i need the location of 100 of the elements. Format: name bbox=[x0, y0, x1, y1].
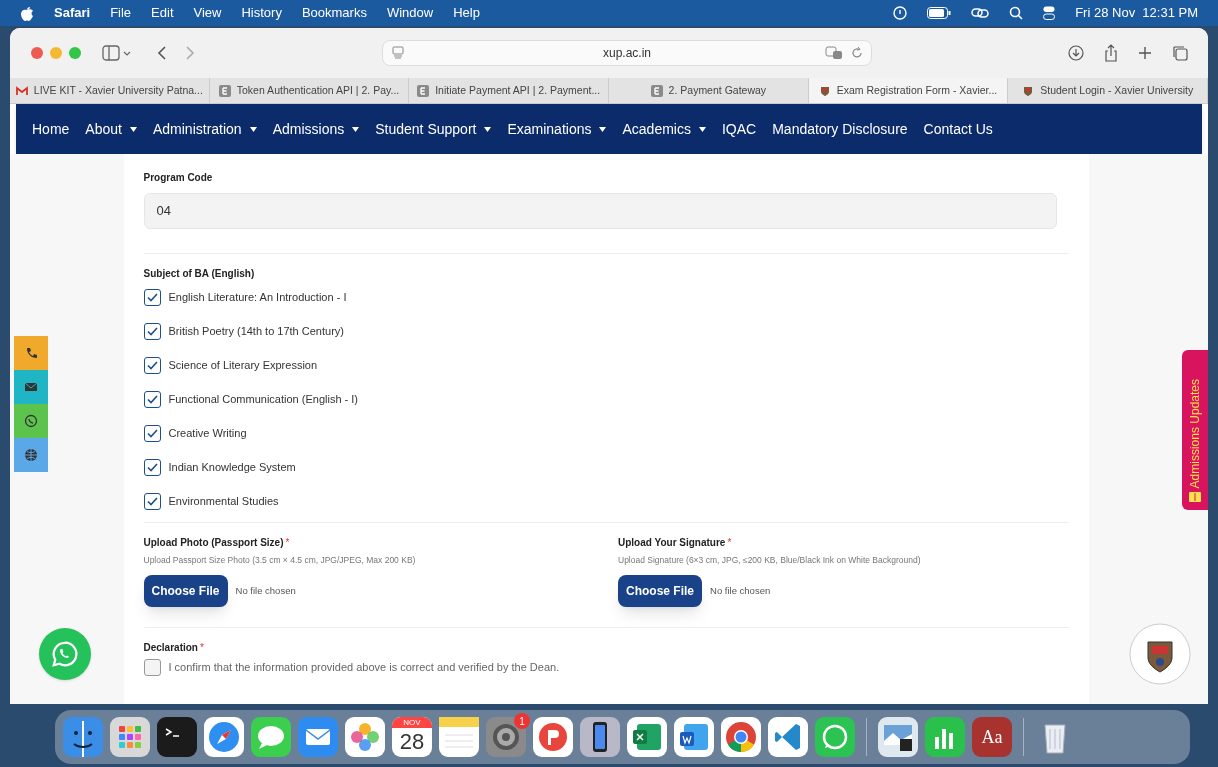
checkbox[interactable] bbox=[143, 391, 161, 408]
globe-icon bbox=[24, 448, 38, 462]
file-status: No file chosen bbox=[710, 583, 771, 598]
nav-link[interactable]: Mandatory Disclosure bbox=[772, 118, 908, 140]
photo-viewer-icon[interactable] bbox=[878, 717, 918, 757]
field-label: Subject of BA (English) bbox=[143, 267, 255, 281]
flower-icon[interactable] bbox=[345, 717, 385, 757]
checkbox[interactable] bbox=[143, 425, 161, 442]
address-bar[interactable]: xup.ac.in bbox=[382, 40, 872, 66]
letter-e-icon bbox=[417, 84, 430, 97]
declaration-text: I confirm that the information provided above is correct and verified by the Dean. bbox=[168, 660, 560, 675]
letter-p-app-icon[interactable] bbox=[533, 717, 573, 757]
terminal-icon[interactable] bbox=[157, 717, 197, 757]
required-asterisk: * bbox=[199, 640, 204, 655]
nav-link[interactable]: Academics bbox=[622, 118, 706, 140]
menu-item[interactable]: Bookmarks bbox=[301, 3, 367, 23]
chat-phone-icon[interactable] bbox=[815, 717, 855, 757]
back-icon[interactable] bbox=[156, 45, 168, 61]
envelope-icon[interactable] bbox=[298, 717, 338, 757]
reload-icon[interactable] bbox=[851, 46, 863, 60]
nav-link[interactable]: Student Support bbox=[375, 118, 492, 140]
nav-link[interactable]: Contact Us bbox=[923, 118, 993, 140]
checkbox[interactable] bbox=[143, 459, 161, 476]
bar-chart-icon[interactable] bbox=[925, 717, 965, 757]
book-icon bbox=[1189, 492, 1201, 502]
contact-button[interactable] bbox=[14, 370, 48, 404]
clock-icon[interactable] bbox=[893, 6, 908, 20]
code-editor-icon[interactable] bbox=[768, 717, 808, 757]
speech-bubble-icon[interactable] bbox=[251, 717, 291, 757]
browser-wheel-icon[interactable] bbox=[721, 717, 761, 757]
choose-file-button[interactable]: Choose File bbox=[143, 574, 228, 607]
crest-icon bbox=[1022, 84, 1035, 97]
checkmark-icon bbox=[146, 293, 158, 302]
plus-icon[interactable] bbox=[1138, 46, 1152, 60]
menu-bar-clock: Fri 28 Nov 12:31 PM bbox=[1075, 4, 1198, 23]
notification-count: 1 bbox=[514, 713, 530, 729]
document-icon[interactable] bbox=[674, 717, 714, 757]
menu-item[interactable]: Safari bbox=[54, 3, 91, 23]
gear-icon[interactable] bbox=[486, 717, 526, 757]
checkbox[interactable] bbox=[143, 289, 161, 306]
nav-link[interactable]: Home bbox=[32, 118, 70, 140]
link-icon[interactable] bbox=[971, 6, 990, 20]
choose-file-button[interactable]: Choose File bbox=[618, 574, 702, 607]
tab-overview-icon[interactable] bbox=[1172, 45, 1188, 61]
app-grid-icon[interactable] bbox=[110, 717, 150, 757]
chat-phone-icon bbox=[50, 639, 80, 669]
contact-button[interactable] bbox=[14, 404, 48, 438]
compass-icon[interactable] bbox=[204, 717, 244, 757]
field-hint: Upload Signature (6×3 cm, JPG, ≤200 KB, Blue/Black Ink on White Background) bbox=[618, 554, 922, 567]
menu-item[interactable]: Window bbox=[386, 3, 434, 23]
checkbox-label: Environmental Studies bbox=[168, 494, 279, 510]
smartphone-icon[interactable] bbox=[580, 717, 620, 757]
nav-link[interactable]: Administration bbox=[152, 118, 257, 140]
sidebar-icon[interactable] bbox=[102, 45, 132, 61]
nav-link[interactable]: Admissions bbox=[272, 118, 360, 140]
letter-e-icon bbox=[650, 84, 663, 97]
university-crest-icon[interactable] bbox=[1128, 622, 1192, 686]
checkbox[interactable] bbox=[143, 323, 161, 340]
apple-icon[interactable] bbox=[20, 5, 34, 21]
field-label: Upload Your Signature bbox=[618, 536, 726, 550]
translate-icon[interactable] bbox=[825, 46, 843, 60]
download-icon[interactable] bbox=[1068, 45, 1084, 61]
file-status: No file chosen bbox=[235, 583, 296, 598]
caret-icon bbox=[484, 126, 492, 132]
contact-button[interactable] bbox=[14, 336, 48, 370]
caret-icon bbox=[599, 126, 607, 132]
spreadsheet-icon[interactable] bbox=[627, 717, 667, 757]
notepad-icon[interactable] bbox=[439, 717, 479, 757]
nav-link[interactable]: IQAC bbox=[721, 118, 757, 140]
menu-item[interactable]: File bbox=[110, 3, 132, 23]
checkmark-icon bbox=[146, 395, 158, 404]
search-icon[interactable] bbox=[1009, 6, 1024, 20]
mail-icon bbox=[15, 85, 28, 96]
toggle-switches-icon[interactable] bbox=[1043, 6, 1056, 20]
admissions-updates-tab[interactable]: Admissions Updates bbox=[1182, 350, 1208, 510]
checkmark-icon bbox=[146, 361, 158, 370]
nav-link[interactable]: Examinations bbox=[507, 118, 607, 140]
menu-item[interactable]: Edit bbox=[151, 3, 174, 23]
menu-item[interactable]: History bbox=[241, 3, 282, 23]
program-code-field[interactable]: 04 bbox=[143, 193, 1057, 229]
checkbox[interactable] bbox=[143, 357, 161, 374]
menu-item[interactable]: Help bbox=[453, 3, 480, 23]
share-icon[interactable] bbox=[1104, 44, 1118, 62]
browser-tab[interactable]: Exam Registration Form - Xavier... bbox=[808, 78, 1009, 103]
nav-link[interactable]: About bbox=[85, 118, 137, 140]
finder-icon[interactable] bbox=[63, 717, 103, 757]
battery-icon[interactable] bbox=[927, 7, 952, 19]
letter-e-icon bbox=[218, 84, 231, 97]
contact-button[interactable] bbox=[14, 438, 48, 472]
crest-icon bbox=[818, 84, 831, 97]
calendar-icon[interactable]: NOV 28 bbox=[392, 717, 432, 757]
checkbox[interactable] bbox=[143, 493, 161, 510]
field-label: Program Code bbox=[143, 171, 213, 185]
dictionary-icon[interactable]: Aa bbox=[972, 717, 1012, 757]
menu-item[interactable]: View bbox=[193, 3, 222, 23]
address-url: xup.ac.in bbox=[603, 45, 651, 62]
checkbox-label: Science of Literary Expression bbox=[168, 358, 318, 374]
whatsapp-icon bbox=[24, 414, 38, 428]
checkbox[interactable] bbox=[143, 658, 161, 676]
forward-icon bbox=[184, 45, 196, 61]
